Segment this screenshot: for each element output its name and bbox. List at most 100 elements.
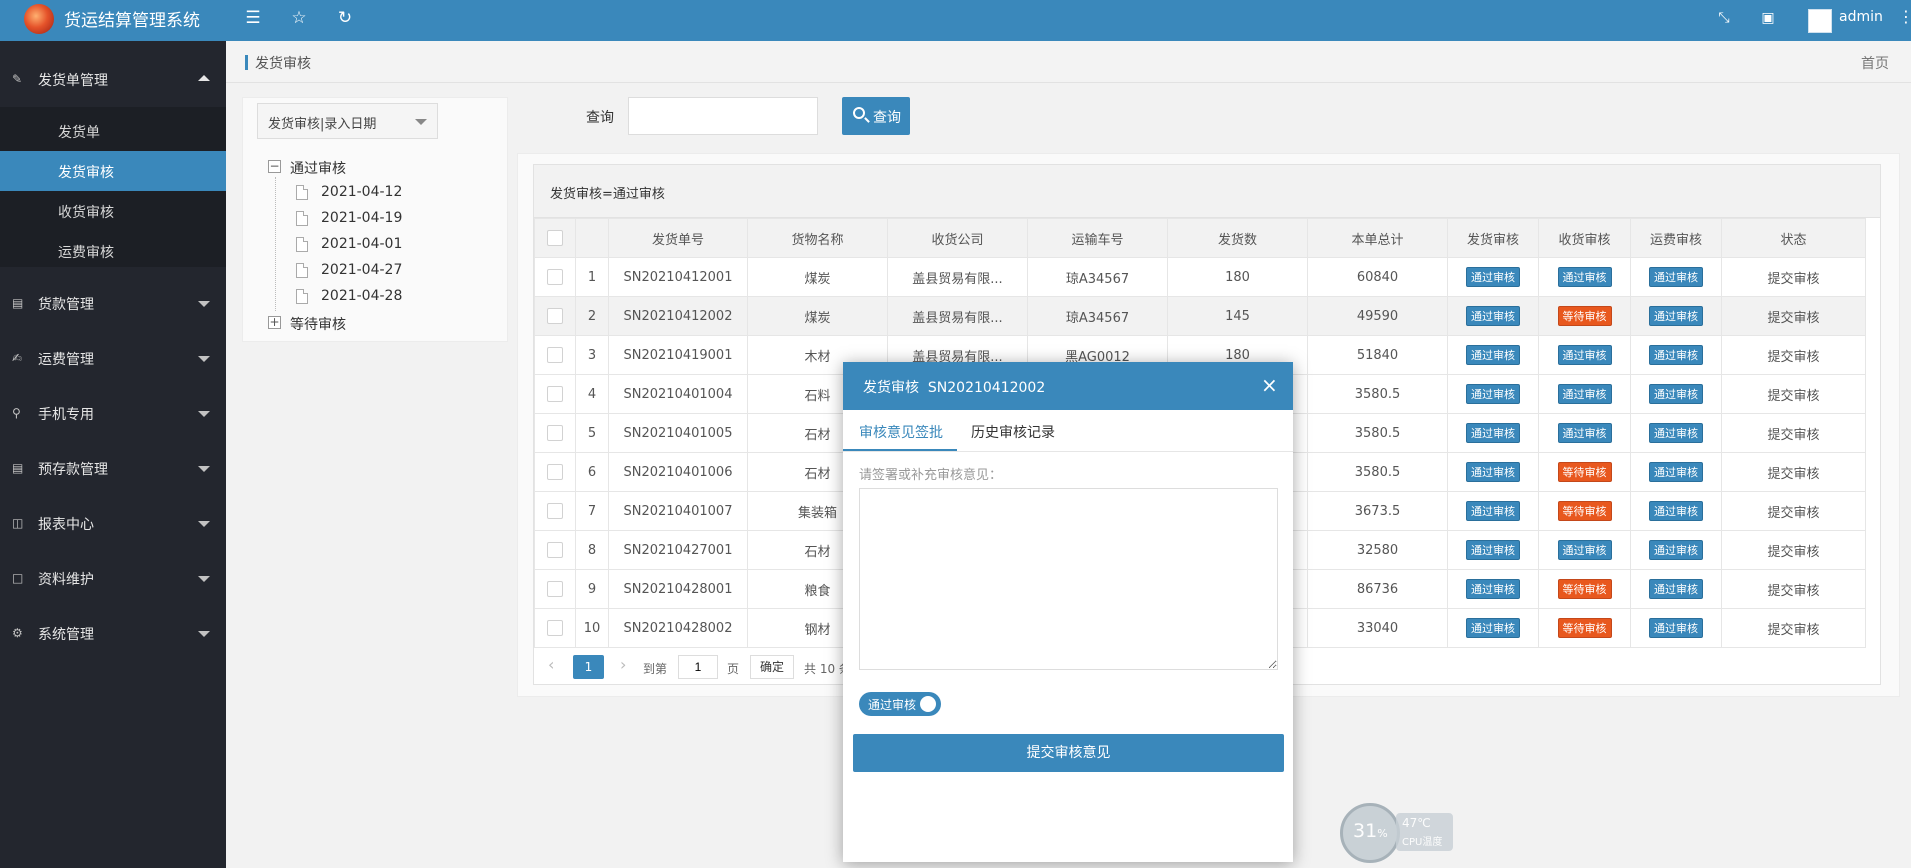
sidebar-item-receiving-audit[interactable]: 收货审核 (0, 191, 226, 231)
row-checkbox[interactable] (547, 308, 563, 324)
expand-icon[interactable]: + (268, 316, 281, 329)
sidebar-group-system[interactable]: ⚙ 系统管理 (0, 607, 226, 659)
row-select-cell[interactable] (534, 452, 576, 492)
cell-status: 提交审核 (1721, 257, 1866, 297)
search-input[interactable] (628, 97, 818, 135)
row-checkbox[interactable] (547, 620, 563, 636)
sidebar-item-shipping-order[interactable]: 发货单 (0, 111, 226, 151)
cell-id: SN20210428002 (608, 608, 748, 648)
file-icon (296, 237, 308, 252)
cell-no: 10 (575, 608, 609, 648)
column-header[interactable]: 状态 (1721, 218, 1866, 258)
row-select-cell[interactable] (534, 491, 576, 531)
column-header[interactable]: 发货数 (1167, 218, 1308, 258)
row-select-cell[interactable] (534, 413, 576, 453)
user-name[interactable]: admin (1839, 9, 1883, 25)
column-header[interactable]: 运输车号 (1027, 218, 1168, 258)
cell-total: 33040 (1307, 608, 1448, 648)
menu-fold-icon[interactable]: ☰ (242, 7, 264, 29)
cell-truck: 琼A34567 (1027, 296, 1168, 336)
status-badge: 通过审核 (1649, 579, 1703, 599)
row-checkbox[interactable] (547, 425, 563, 441)
audit-status-cell: 通过审核 (1538, 413, 1631, 453)
column-header[interactable]: 发货单号 (608, 218, 748, 258)
goto-page-input[interactable] (678, 655, 718, 679)
chevron-down-icon (198, 466, 210, 472)
column-header[interactable]: 运费审核 (1630, 218, 1722, 258)
cell-no: 3 (575, 335, 609, 375)
sidebar-group-freight[interactable]: ✍ 运费管理 (0, 332, 226, 384)
select-all-checkbox[interactable] (547, 230, 563, 246)
approve-toggle[interactable]: 通过审核 (859, 692, 941, 716)
tree-leaf-date[interactable]: 2021-04-27 (321, 262, 402, 278)
home-link[interactable]: 首页 (1861, 53, 1889, 73)
submit-opinion-button[interactable]: 提交审核意见 (853, 734, 1284, 772)
tree-leaf-date[interactable]: 2021-04-19 (321, 210, 402, 226)
cell-status: 提交审核 (1721, 491, 1866, 531)
fullscreen-icon[interactable]: ⤡ (1713, 7, 1735, 29)
sidebar-group-mobile[interactable]: ⚲ 手机专用 (0, 387, 226, 439)
close-icon[interactable]: × (1261, 373, 1278, 397)
more-icon[interactable]: ⋮ (1898, 7, 1911, 26)
tab-audit-opinion[interactable]: 审核意见签批 (859, 422, 943, 442)
avatar[interactable] (1808, 9, 1832, 33)
row-checkbox[interactable] (547, 347, 563, 363)
tree-leaf-date[interactable]: 2021-04-12 (321, 184, 402, 200)
row-checkbox[interactable] (547, 269, 563, 285)
breadcrumb: 发货审核 首页 (226, 41, 1911, 83)
search-icon: ⚲ (12, 406, 21, 420)
search-button[interactable]: 查询 (842, 97, 910, 135)
opinion-textarea[interactable] (859, 488, 1278, 670)
tree-node-pending[interactable]: 等待审核 (290, 314, 346, 334)
row-select-cell[interactable] (534, 335, 576, 375)
tree-leaf-date[interactable]: 2021-04-01 (321, 236, 402, 252)
column-header[interactable]: 本单总计 (1307, 218, 1448, 258)
tree-filter-select[interactable]: 发货审核|录入日期 (257, 103, 438, 139)
column-header[interactable]: 收货审核 (1538, 218, 1631, 258)
sidebar-group-payment[interactable]: ▤ 货款管理 (0, 277, 226, 329)
column-header[interactable]: 发货审核 (1447, 218, 1539, 258)
prev-page-icon[interactable]: ‹ (548, 655, 554, 674)
chevron-down-icon (198, 576, 210, 582)
table-row[interactable]: 2 SN20210412002 煤炭 盖县贸易有限... 琼A34567 145 49590… (534, 296, 1866, 336)
row-checkbox[interactable] (547, 542, 563, 558)
column-header[interactable]: 货物名称 (747, 218, 888, 258)
goto-confirm-button[interactable]: 确定 (750, 655, 794, 679)
sidebar-item-shipping-audit[interactable]: 发货审核 (0, 151, 226, 191)
tree-leaf-date[interactable]: 2021-04-28 (321, 288, 402, 304)
status-badge: 通过审核 (1466, 462, 1520, 482)
column-header[interactable]: 收货公司 (887, 218, 1028, 258)
sidebar-group-shipping[interactable]: ✎ 发货单管理 (0, 53, 226, 105)
sidebar-group-deposit[interactable]: ▤ 预存款管理 (0, 442, 226, 494)
row-select-cell[interactable] (534, 374, 576, 414)
sidebar-group-data[interactable]: □ 资料维护 (0, 552, 226, 604)
select-all-cell[interactable] (534, 218, 576, 258)
tree-node-passed[interactable]: 通过审核 (290, 158, 346, 178)
row-select-cell[interactable] (534, 296, 576, 336)
row-select-cell[interactable] (534, 257, 576, 297)
cell-status: 提交审核 (1721, 413, 1866, 453)
sidebar-item-freight-audit[interactable]: 运费审核 (0, 231, 226, 271)
row-checkbox[interactable] (547, 581, 563, 597)
status-badge: 通过审核 (1466, 540, 1520, 560)
cell-total: 3580.5 (1307, 413, 1448, 453)
star-icon[interactable]: ☆ (288, 7, 310, 29)
table-row[interactable]: 1 SN20210412001 煤炭 盖县贸易有限... 琼A34567 180 60840… (534, 257, 1866, 297)
row-checkbox[interactable] (547, 464, 563, 480)
lock-icon[interactable]: ▣ (1757, 7, 1779, 29)
row-select-cell[interactable] (534, 530, 576, 570)
row-select-cell[interactable] (534, 569, 576, 609)
next-page-icon[interactable]: › (620, 655, 626, 674)
tab-audit-history[interactable]: 历史审核记录 (971, 422, 1055, 442)
tree-filter-value: 发货审核|录入日期 (268, 117, 377, 132)
sidebar-group-label: 发货单管理 (38, 73, 108, 89)
row-checkbox[interactable] (547, 503, 563, 519)
sidebar-group-report[interactable]: ◫ 报表中心 (0, 497, 226, 549)
grid-title: 发货审核=通过审核 (534, 165, 1880, 218)
sidebar: ✎ 发货单管理 发货单 发货审核 收货审核 运费审核 ▤ 货款管理 ✍ 运费管理… (0, 41, 226, 868)
row-checkbox[interactable] (547, 386, 563, 402)
collapse-icon[interactable]: − (268, 160, 281, 173)
row-select-cell[interactable] (534, 608, 576, 648)
refresh-icon[interactable]: ↻ (334, 7, 356, 29)
current-page[interactable]: 1 (573, 655, 604, 679)
